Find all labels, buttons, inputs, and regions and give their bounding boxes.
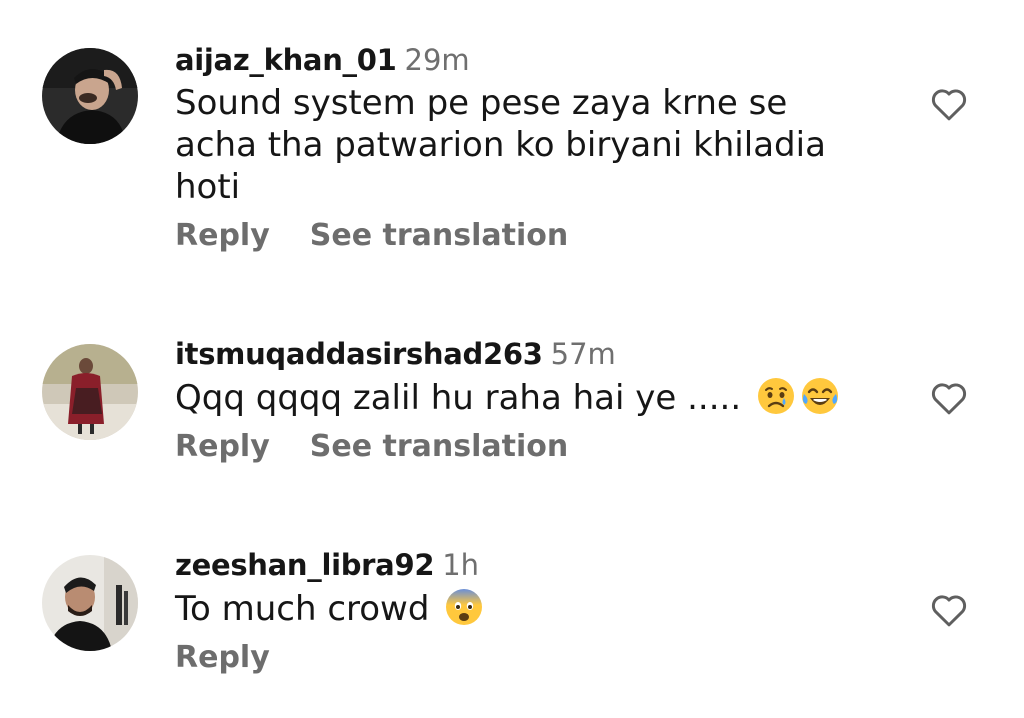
comment-text: To much crowd xyxy=(175,587,875,630)
comments-list: aijaz_khan_01 29m Sound system pe pese za… xyxy=(0,0,1024,718)
comment-actions: Reply See translation xyxy=(175,218,875,253)
crying-face-emoji xyxy=(756,376,796,416)
avatar[interactable] xyxy=(42,555,138,651)
reply-button[interactable]: Reply xyxy=(175,640,270,675)
comment-text-line: acha tha patwarion ko biryani khiladia xyxy=(175,125,826,165)
fearful-face-emoji xyxy=(444,587,484,627)
username[interactable]: aijaz_khan_01 xyxy=(175,43,397,77)
timestamp: 57m xyxy=(550,337,616,371)
comment-text: Sound system pe pese zaya krne se acha t… xyxy=(175,82,875,208)
heart-outline-icon[interactable] xyxy=(928,589,970,631)
comment-meta: zeeshan_libra92 1h xyxy=(175,547,875,583)
comment-meta: aijaz_khan_01 29m xyxy=(175,42,875,78)
see-translation-button[interactable]: See translation xyxy=(310,429,568,464)
avatar[interactable] xyxy=(42,344,138,440)
heart-outline-icon[interactable] xyxy=(928,83,970,125)
comment-text-line: hoti xyxy=(175,167,241,207)
comment-text: Qqq qqqq zalil hu raha hai ye ..... xyxy=(175,376,875,419)
comment-actions: Reply xyxy=(175,640,875,675)
heart-outline-icon[interactable] xyxy=(928,377,970,419)
avatar[interactable] xyxy=(42,48,138,144)
comment-text-content: To much crowd xyxy=(175,589,430,629)
reply-button[interactable]: Reply xyxy=(175,429,270,464)
timestamp: 29m xyxy=(404,43,470,77)
comment-actions: Reply See translation xyxy=(175,429,875,464)
reply-button[interactable]: Reply xyxy=(175,218,270,253)
comment-meta: itsmuqaddasirshad263 57m xyxy=(175,336,875,372)
tears-of-joy-emoji xyxy=(800,376,840,416)
timestamp: 1h xyxy=(442,548,480,582)
comment-text-line: Sound system pe pese zaya krne se xyxy=(175,83,788,123)
username[interactable]: itsmuqaddasirshad263 xyxy=(175,337,543,371)
username[interactable]: zeeshan_libra92 xyxy=(175,548,435,582)
see-translation-button[interactable]: See translation xyxy=(310,218,568,253)
comment-text-content: Qqq qqqq zalil hu raha hai ye ..... xyxy=(175,378,742,418)
